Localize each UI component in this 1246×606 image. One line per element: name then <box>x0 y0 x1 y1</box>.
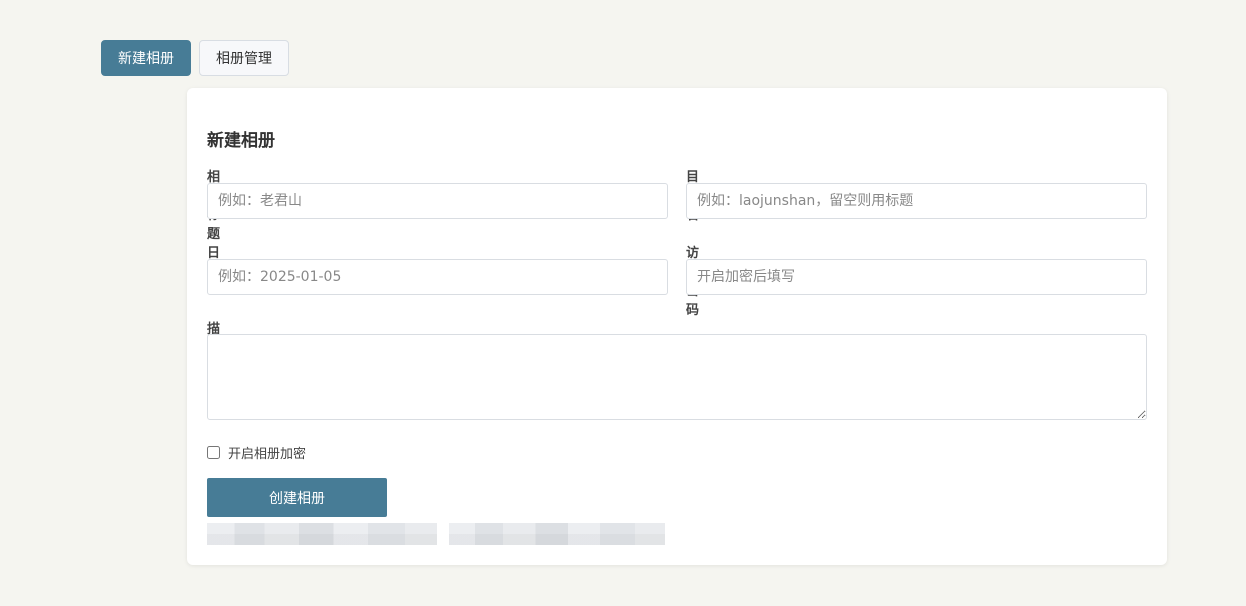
directory-input[interactable] <box>686 183 1147 219</box>
encrypt-option[interactable]: 开启相册加密 <box>207 443 306 462</box>
encrypt-label: 开启相册加密 <box>228 447 307 462</box>
new-album-card: 新建相册 相册标题 目录名 日期 访问密码 描述 开启相册加密 创建相册 <box>187 88 1167 565</box>
description-textarea[interactable] <box>207 334 1147 420</box>
tab-bar: 新建相册 相册管理 <box>101 40 289 76</box>
tab-album-management[interactable]: 相册管理 <box>199 40 289 76</box>
password-input[interactable] <box>686 259 1147 295</box>
encrypt-checkbox[interactable] <box>207 446 220 459</box>
create-album-button[interactable]: 创建相册 <box>207 478 387 517</box>
album-title-input[interactable] <box>207 183 668 219</box>
redacted-text-2 <box>449 523 665 545</box>
form-title: 新建相册 <box>207 131 275 151</box>
tab-new-album[interactable]: 新建相册 <box>101 40 191 76</box>
date-input[interactable] <box>207 259 668 295</box>
redacted-text-1 <box>207 523 437 545</box>
